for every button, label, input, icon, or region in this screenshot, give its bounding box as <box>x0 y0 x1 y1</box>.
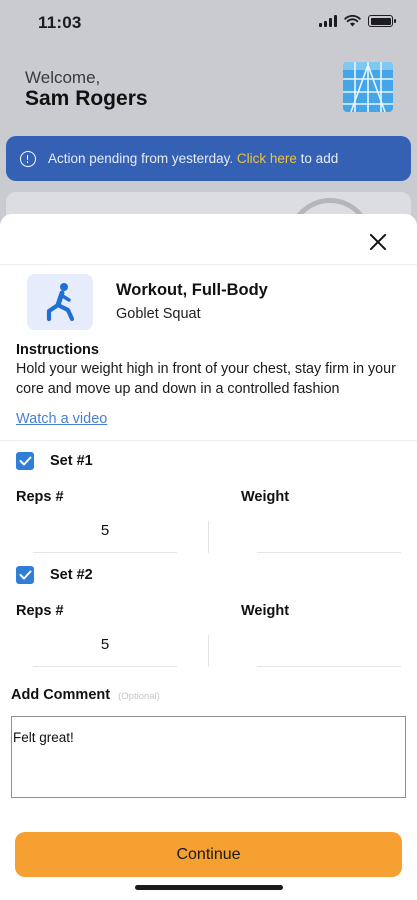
set-1-reps-label: Reps # <box>16 489 64 505</box>
header-divider <box>0 264 417 265</box>
user-name: Sam Rogers <box>25 87 148 110</box>
status-time: 11:03 <box>38 13 82 32</box>
banner-message: Action pending from yesterday. Click her… <box>48 151 338 166</box>
exercise-thumbnail <box>27 274 93 330</box>
comment-optional-hint: (Optional) <box>118 691 160 702</box>
section-divider <box>0 440 417 441</box>
workout-title: Workout, Full-Body <box>116 281 268 299</box>
banner-text: Action pending from yesterday. <box>48 151 234 166</box>
set-2-checkbox[interactable] <box>16 566 34 584</box>
field-separator <box>208 635 209 667</box>
watch-video-link[interactable]: Watch a video <box>16 411 107 427</box>
checkmark-icon <box>19 570 31 580</box>
status-bar: 11:03 <box>0 0 417 46</box>
set-1-weight-input[interactable] <box>257 519 401 553</box>
battery-icon <box>368 15 396 27</box>
set-2-weight-label: Weight <box>241 603 290 619</box>
exercise-name: Goblet Squat <box>116 306 201 322</box>
set-1-reps-input[interactable]: 5 <box>33 519 177 553</box>
app-logo-icon <box>343 62 393 112</box>
banner-suffix: to add <box>300 151 339 166</box>
comment-textarea[interactable]: Felt great! <box>11 716 406 798</box>
field-separator <box>208 521 209 553</box>
pending-action-banner[interactable]: Action pending from yesterday. Click her… <box>6 136 411 181</box>
continue-button[interactable]: Continue <box>15 832 402 877</box>
set-1-label: Set #1 <box>50 453 93 469</box>
info-icon <box>20 150 36 167</box>
exercise-sheet: Workout, Full-Body Goblet Squat Instruct… <box>0 214 417 900</box>
checkmark-icon <box>19 456 31 466</box>
set-2-reps-label: Reps # <box>16 603 64 619</box>
comment-heading: Add Comment (Optional) <box>11 687 160 703</box>
person-lunge-icon <box>46 283 75 322</box>
set-1-checkbox[interactable] <box>16 452 34 470</box>
instructions-heading: Instructions <box>16 342 99 358</box>
banner-click-here-link[interactable]: Click here <box>237 151 297 166</box>
status-icons <box>319 15 396 27</box>
close-button[interactable] <box>367 231 389 253</box>
instructions-text: Hold your weight high in front of your c… <box>16 361 396 397</box>
cellular-signal-icon <box>319 15 337 27</box>
set-2-label: Set #2 <box>50 567 93 583</box>
home-indicator <box>135 885 283 890</box>
set-2-weight-input[interactable] <box>257 633 401 667</box>
wifi-icon <box>344 15 361 27</box>
welcome-text: Welcome, <box>25 68 101 87</box>
comment-label: Add Comment <box>11 687 111 703</box>
set-1-weight-label: Weight <box>241 489 290 505</box>
set-2-reps-input[interactable]: 5 <box>33 633 177 667</box>
